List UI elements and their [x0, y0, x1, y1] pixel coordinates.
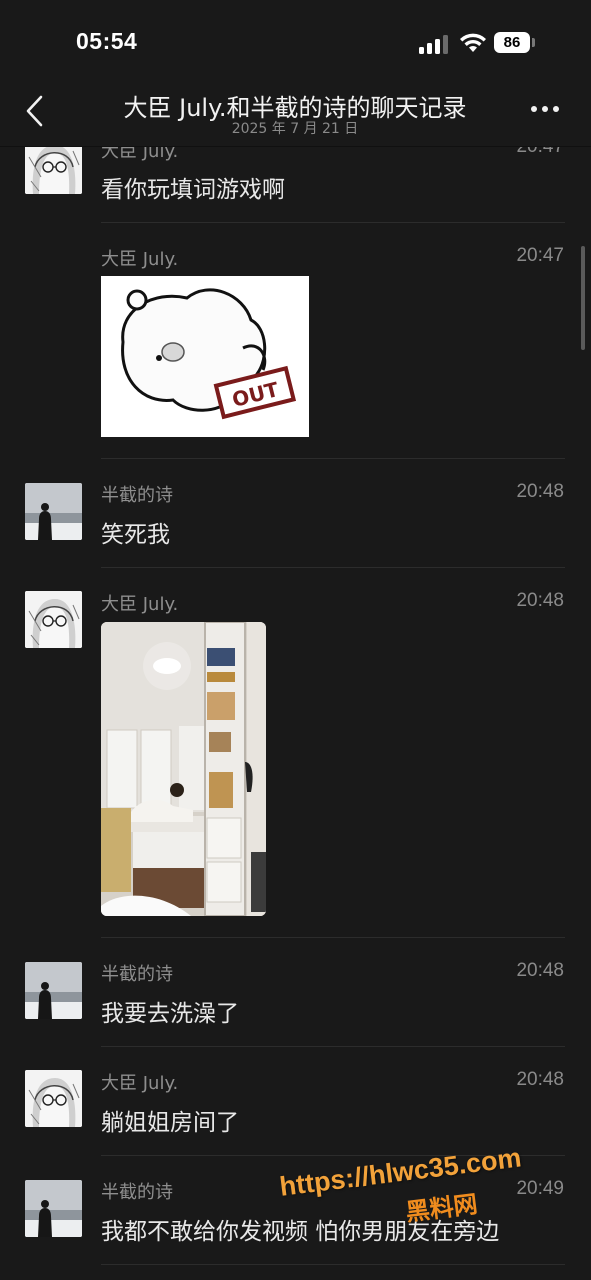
cellular-signal-icon	[419, 34, 449, 54]
wifi-icon	[460, 33, 486, 52]
status-time: 05:54	[76, 28, 138, 54]
message-time: 20:48	[516, 481, 564, 502]
avatar[interactable]	[25, 591, 82, 648]
navigation-bar: 大臣 July.和半截的诗的聊天记录 2025 年 7 月 21 日	[0, 88, 591, 147]
message-time: 20:49	[516, 1178, 564, 1199]
message-text: 躺姐姐房间了	[101, 1110, 239, 1136]
sender-name: 大臣 July.	[101, 1073, 179, 1094]
message-text: 笑死我	[101, 522, 170, 548]
sender-name: 半截的诗	[101, 1182, 173, 1203]
message-text: 我要去洗澡了	[101, 1001, 239, 1027]
message-time: 20:47	[516, 245, 564, 266]
avatar-man-image	[25, 483, 82, 540]
message-divider	[101, 567, 565, 568]
message-time: 20:48	[516, 960, 564, 981]
chat-history-screen: 05:54 86 大臣 July.和半截的诗的聊天记录 2025 年 7 月 2…	[0, 0, 591, 1280]
avatar[interactable]	[25, 1070, 82, 1127]
photo-image[interactable]	[101, 622, 266, 916]
message-divider	[101, 222, 565, 223]
avatar-man-image	[25, 1180, 82, 1237]
battery-icon: 86	[494, 32, 530, 53]
more-dots-icon[interactable]	[528, 106, 562, 116]
message-divider	[101, 458, 565, 459]
watermark-url: https://hlwc35.com	[278, 1142, 523, 1202]
message-time: 20:48	[516, 590, 564, 611]
sender-name: 半截的诗	[101, 964, 173, 985]
status-bar: 05:54 86	[0, 0, 591, 88]
battery-nub	[532, 38, 535, 47]
sender-name: 大臣 July.	[101, 594, 179, 615]
avatar-girl-image	[25, 1070, 82, 1127]
avatar[interactable]	[25, 483, 82, 540]
message-text: 看你玩填词游戏啊	[101, 177, 285, 203]
avatar[interactable]	[25, 962, 82, 1019]
watermark: https://hlwc35.com 黑料网	[278, 1142, 523, 1226]
sender-name: 大臣 July.	[101, 249, 179, 270]
message-divider	[101, 937, 565, 938]
message-time: 20:48	[516, 1069, 564, 1090]
message-divider	[101, 1046, 565, 1047]
message-divider	[101, 1264, 565, 1265]
avatar-girl-image	[25, 591, 82, 648]
avatar[interactable]	[25, 1180, 82, 1237]
chat-date: 2025 年 7 月 21 日	[231, 121, 359, 137]
sticker-image[interactable]: OUT	[101, 276, 309, 437]
back-chevron-icon[interactable]	[20, 94, 50, 128]
scroll-indicator[interactable]	[581, 246, 585, 350]
avatar-man-image	[25, 962, 82, 1019]
sender-name: 半截的诗	[101, 485, 173, 506]
